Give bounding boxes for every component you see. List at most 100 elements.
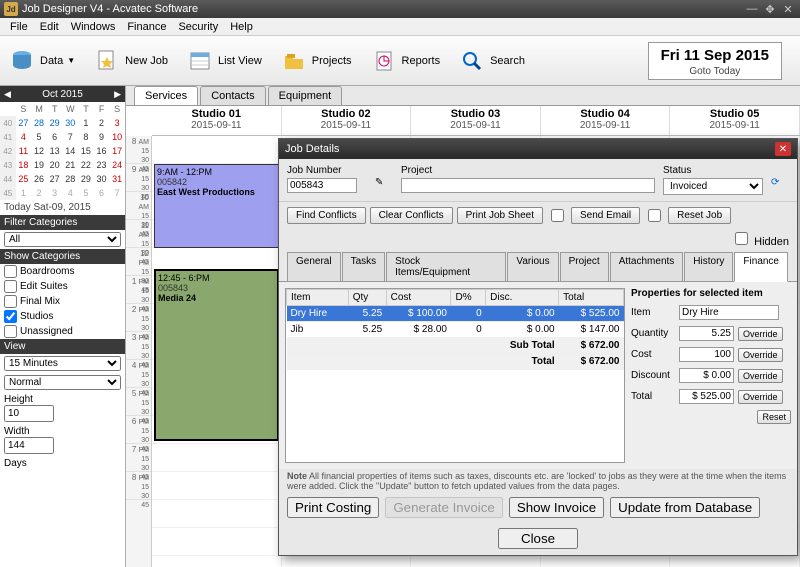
menu-windows[interactable]: Windows xyxy=(65,21,122,33)
data-dropdown[interactable]: Data▼ xyxy=(8,47,75,75)
calendar-day[interactable]: 2 xyxy=(31,186,47,200)
column-header[interactable]: Studio 042015-09-11 xyxy=(541,106,671,135)
print-costing-button[interactable]: Print Costing xyxy=(287,497,379,518)
column-header[interactable]: Studio 012015-09-11 xyxy=(152,106,282,135)
menu-security[interactable]: Security xyxy=(172,21,224,33)
menu-help[interactable]: Help xyxy=(224,21,259,33)
print-job-checkbox[interactable] xyxy=(551,209,564,222)
calendar-day[interactable]: 17 xyxy=(109,144,125,158)
calendar-day[interactable]: 27 xyxy=(47,172,63,186)
tab-contacts[interactable]: Contacts xyxy=(200,86,265,105)
job-number-input[interactable] xyxy=(287,178,357,193)
calendar-day[interactable]: 10 xyxy=(109,130,125,144)
modal-tab[interactable]: Project xyxy=(560,252,609,281)
modal-tab[interactable]: Attachments xyxy=(610,252,684,281)
calendar-day[interactable]: 30 xyxy=(94,172,110,186)
override-cost-button[interactable]: Override xyxy=(738,348,783,362)
table-row[interactable]: Jib5.25$ 28.000$ 0.00$ 147.00 xyxy=(287,322,624,338)
calendar-day[interactable]: 13 xyxy=(47,144,63,158)
filter-categories-select[interactable]: All xyxy=(4,232,121,247)
width-input[interactable] xyxy=(4,437,54,454)
calendar-day[interactable]: 21 xyxy=(63,158,79,172)
calendar-day[interactable]: 6 xyxy=(94,186,110,200)
column-header[interactable]: Studio 032015-09-11 xyxy=(411,106,541,135)
print-job-sheet-button[interactable]: Print Job Sheet xyxy=(457,207,543,224)
calendar-day[interactable]: 4 xyxy=(63,186,79,200)
calendar-day[interactable]: 16 xyxy=(94,144,110,158)
calendar-grid[interactable]: SMTWTFS402728293012341456789104211121314… xyxy=(0,102,125,200)
prop-cost-input[interactable] xyxy=(679,347,734,362)
category-checkbox[interactable] xyxy=(4,295,17,308)
calendar-day[interactable]: 29 xyxy=(47,116,63,130)
modal-tab[interactable]: Finance xyxy=(734,252,788,282)
calendar-day[interactable]: 28 xyxy=(63,172,79,186)
modal-tab[interactable]: Tasks xyxy=(342,252,386,281)
prop-qty-input[interactable] xyxy=(679,326,734,341)
calendar-day[interactable]: 27 xyxy=(16,116,32,130)
calendar-day[interactable]: 3 xyxy=(109,116,125,130)
calendar-day[interactable]: 6 xyxy=(47,130,63,144)
dialog-close-bottom-button[interactable]: Close xyxy=(498,528,578,549)
calendar-day[interactable]: 15 xyxy=(78,144,94,158)
calendar-day[interactable]: 1 xyxy=(78,116,94,130)
prop-disc-input[interactable] xyxy=(679,368,734,383)
category-checkbox[interactable] xyxy=(4,310,17,323)
modal-tab[interactable]: History xyxy=(684,252,733,281)
column-header[interactable]: Studio 022015-09-11 xyxy=(282,106,412,135)
calendar-day[interactable]: 24 xyxy=(109,158,125,172)
view-mode-select[interactable]: Normal xyxy=(4,375,121,390)
calendar-day[interactable]: 20 xyxy=(47,158,63,172)
calendar-day[interactable]: 14 xyxy=(63,144,79,158)
list-view-button[interactable]: List View xyxy=(186,47,262,75)
calendar-day[interactable]: 29 xyxy=(78,172,94,186)
calendar-day[interactable]: 23 xyxy=(94,158,110,172)
edit-icon[interactable]: ✎ xyxy=(375,177,383,188)
calendar-day[interactable]: 19 xyxy=(31,158,47,172)
tab-services[interactable]: Services xyxy=(134,86,198,105)
hidden-checkbox[interactable] xyxy=(735,232,748,245)
status-select[interactable]: Invoiced xyxy=(663,178,763,195)
calendar-day[interactable]: 12 xyxy=(31,144,47,158)
clear-conflicts-button[interactable]: Clear Conflicts xyxy=(370,207,453,224)
reset-job-button[interactable]: Reset Job xyxy=(668,207,731,224)
send-email-button[interactable]: Send Email xyxy=(571,207,640,224)
category-checkbox[interactable] xyxy=(4,325,17,338)
override-total-button[interactable]: Override xyxy=(738,390,783,404)
job-block[interactable]: 9:AM - 12:PM005842East West Productions xyxy=(154,164,279,248)
calendar-day[interactable]: 30 xyxy=(63,116,79,130)
modal-tab[interactable]: General xyxy=(287,252,341,281)
cal-prev-button[interactable]: ◀ xyxy=(4,89,11,100)
calendar-day[interactable]: 25 xyxy=(16,172,32,186)
height-input[interactable] xyxy=(4,405,54,422)
refresh-icon[interactable]: ⟳ xyxy=(771,177,779,188)
calendar-day[interactable]: 8 xyxy=(78,130,94,144)
calendar-day[interactable]: 5 xyxy=(78,186,94,200)
category-checkbox[interactable] xyxy=(4,280,17,293)
table-row[interactable]: Dry Hire5.25$ 100.000$ 0.00$ 525.00 xyxy=(287,306,624,322)
menu-edit[interactable]: Edit xyxy=(34,21,65,33)
props-reset-button[interactable]: Reset xyxy=(757,410,791,424)
calendar-day[interactable]: 1 xyxy=(16,186,32,200)
update-database-button[interactable]: Update from Database xyxy=(610,497,760,518)
column-header[interactable]: Studio 052015-09-11 xyxy=(670,106,800,135)
project-input[interactable] xyxy=(401,178,655,193)
calendar-day[interactable]: 9 xyxy=(94,130,110,144)
projects-button[interactable]: Projects xyxy=(280,47,352,75)
calendar-day[interactable]: 5 xyxy=(31,130,47,144)
job-block[interactable]: 12:45 - 6:PM005843Media 24 xyxy=(154,269,279,441)
show-invoice-button[interactable]: Show Invoice xyxy=(509,497,604,518)
tab-equipment[interactable]: Equipment xyxy=(268,86,343,105)
override-disc-button[interactable]: Override xyxy=(738,369,783,383)
calendar-day[interactable]: 7 xyxy=(109,186,125,200)
calendar-day[interactable]: 22 xyxy=(78,158,94,172)
finance-item-table[interactable]: ItemQtyCostD%Disc.TotalDry Hire5.25$ 100… xyxy=(285,288,625,463)
menu-finance[interactable]: Finance xyxy=(121,21,172,33)
calendar-day[interactable]: 2 xyxy=(94,116,110,130)
find-conflicts-button[interactable]: Find Conflicts xyxy=(287,207,366,224)
calendar-day[interactable]: 4 xyxy=(16,130,32,144)
calendar-day[interactable]: 3 xyxy=(47,186,63,200)
maximize-button[interactable]: ✥ xyxy=(762,2,778,16)
menu-file[interactable]: File xyxy=(4,21,34,33)
modal-tab[interactable]: Various xyxy=(507,252,558,281)
reports-button[interactable]: Reports xyxy=(370,47,441,75)
